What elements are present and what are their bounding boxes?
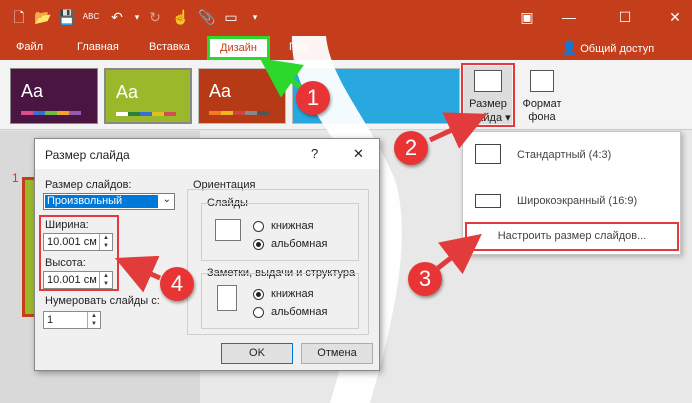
arrow-to-design-tab xyxy=(259,58,305,98)
step-badge-3: 3 xyxy=(408,262,442,296)
annotation-arrows xyxy=(114,58,488,293)
arrow-to-slide-size xyxy=(428,112,488,149)
step-badge-2: 2 xyxy=(394,131,428,165)
step-badge-1: 1 xyxy=(296,81,330,115)
arrow-to-custom-size xyxy=(436,233,482,275)
arrow-to-dimensions xyxy=(114,255,162,293)
step-badge-4: 4 xyxy=(160,267,194,301)
